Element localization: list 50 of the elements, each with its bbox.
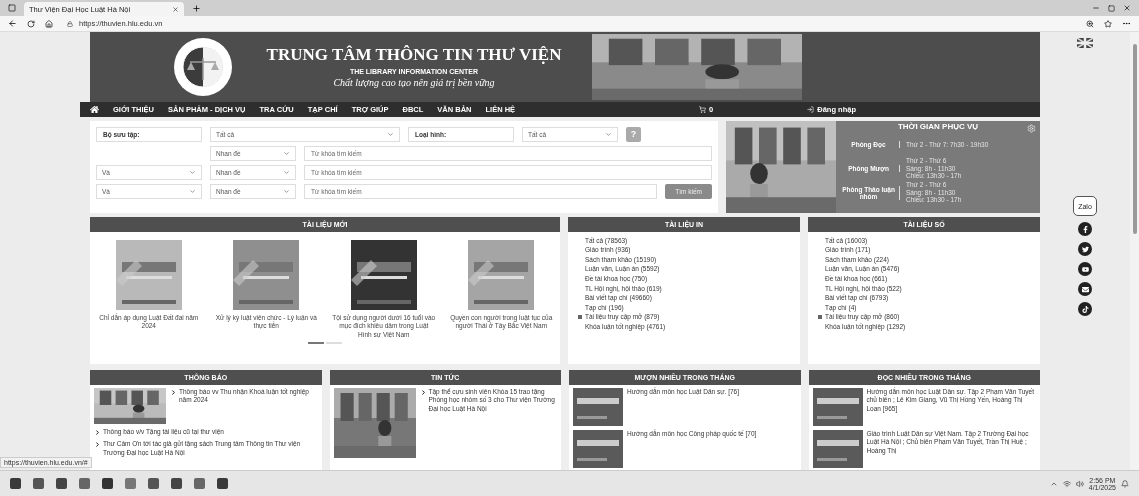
close-icon[interactable] xyxy=(172,5,179,13)
chevron-down-icon xyxy=(283,168,290,176)
back-icon[interactable] xyxy=(8,19,17,28)
app-icon[interactable] xyxy=(125,478,136,489)
chevron-down-icon xyxy=(283,149,290,157)
schedule-title: THỜI GIAN PHỤC VỤ xyxy=(896,121,980,131)
lock-icon xyxy=(67,20,73,27)
notification-icon[interactable] xyxy=(1121,479,1129,488)
login-icon xyxy=(807,105,815,113)
chevron-down-icon xyxy=(189,168,196,176)
star-icon[interactable] xyxy=(1104,19,1112,28)
wifi-icon[interactable] xyxy=(1062,479,1071,488)
bullet-icon xyxy=(419,389,427,396)
bullet-icon xyxy=(94,429,101,436)
app-icon[interactable] xyxy=(148,478,159,489)
scrollbar-thumb[interactable] xyxy=(1132,44,1137,234)
cart-icon xyxy=(699,105,707,113)
bullet-icon xyxy=(94,441,101,449)
bullet-icon xyxy=(170,389,177,396)
chevron-down-icon xyxy=(605,130,612,138)
close-icon[interactable] xyxy=(1123,4,1131,12)
app-icon[interactable] xyxy=(79,478,90,489)
carousel-indicator[interactable] xyxy=(308,341,324,344)
chevron-down-icon xyxy=(283,187,290,195)
app-icon[interactable] xyxy=(10,478,21,489)
flag-icon[interactable] xyxy=(1077,38,1093,48)
facebook-icon[interactable] xyxy=(1078,222,1092,236)
zoom-icon[interactable] xyxy=(1086,19,1094,28)
tab-actions-icon[interactable] xyxy=(8,4,16,12)
volume-icon[interactable] xyxy=(1075,479,1084,488)
app-icon[interactable] xyxy=(33,478,44,489)
youtube-icon[interactable] xyxy=(1078,262,1092,276)
home-icon[interactable] xyxy=(90,104,99,114)
chevron-down-icon xyxy=(387,130,394,138)
app-icon[interactable] xyxy=(194,478,205,489)
chevron-down-icon xyxy=(189,187,196,195)
tiktok-icon[interactable] xyxy=(1078,302,1092,316)
app-icon[interactable] xyxy=(217,478,228,489)
reload-icon[interactable] xyxy=(27,19,35,28)
site-slogan: Chất lượng cao tạo nên giá trị bền vững xyxy=(333,77,495,89)
menu-icon[interactable] xyxy=(1122,19,1131,28)
app-icon[interactable] xyxy=(56,478,67,489)
new-tab-icon[interactable] xyxy=(192,3,201,13)
app-icon[interactable] xyxy=(102,478,113,489)
twitter-icon[interactable] xyxy=(1078,242,1092,256)
site-title: TRUNG TÂM THÔNG TIN THƯ VIỆN xyxy=(266,45,562,66)
settings-icon[interactable] xyxy=(1027,123,1036,133)
app-icon[interactable] xyxy=(171,478,182,489)
maximize-icon[interactable] xyxy=(1108,4,1115,12)
mail-icon[interactable] xyxy=(1078,282,1092,296)
